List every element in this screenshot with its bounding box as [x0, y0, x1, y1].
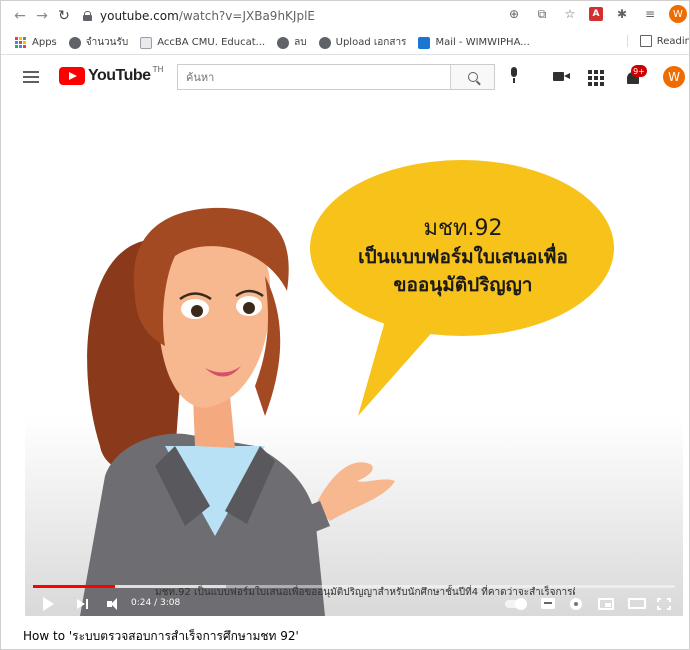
back-arrow-icon[interactable]: ←	[9, 5, 31, 27]
outlook-icon	[418, 36, 431, 49]
search-box	[177, 64, 495, 90]
bookmark-item[interactable]: Mail - WIMWIPHA...	[418, 36, 530, 49]
volume-icon[interactable]	[107, 595, 125, 613]
bookmarks-bar: Apps จำนวนรับ AccBA CMU. Educat... ลบ Up…	[1, 31, 690, 55]
bookmark-label: Upload เอกสาร	[335, 37, 407, 48]
apps-icon[interactable]	[588, 70, 604, 86]
reading-list-button[interactable]: Readin	[626, 35, 690, 47]
region-code: TH	[152, 65, 164, 74]
reading-mode-icon[interactable]: ≡	[641, 5, 659, 23]
address-bar: ← → ↻ youtube.com /watch?v=JXBa9hKJplE ⊕…	[1, 1, 689, 31]
bookmark-apps[interactable]: Apps	[15, 36, 57, 49]
avatar[interactable]: W	[663, 66, 685, 88]
youtube-logo-text: YouTube	[88, 67, 151, 84]
globe-icon	[68, 36, 81, 49]
extensions-puzzle-icon[interactable]: ✱	[613, 5, 631, 23]
theater-mode-icon[interactable]	[628, 598, 646, 609]
star-icon[interactable]: ☆	[561, 5, 579, 23]
bubble-text: มชท.92 เป็นแบบฟอร์มใบเสนอเพื่อ ขออนุมัติ…	[343, 215, 583, 299]
globe-icon	[318, 36, 331, 49]
url-path: /watch?v=JXBa9hKJplE	[178, 9, 315, 23]
bookmark-label: ลบ	[294, 37, 307, 48]
time-display: 0:24 / 3:08	[131, 598, 181, 608]
search-icon	[467, 72, 478, 82]
menu-icon[interactable]	[23, 71, 39, 83]
search-button[interactable]	[450, 65, 494, 89]
lock-icon	[83, 11, 92, 21]
reload-icon[interactable]: ↻	[53, 5, 75, 27]
url-field[interactable]: youtube.com /watch?v=JXBa9hKJplE	[83, 9, 315, 23]
bookmark-item[interactable]: AccBA CMU. Educat...	[140, 36, 266, 49]
video-frame-illustration	[80, 160, 614, 616]
bookmark-label: Apps	[32, 37, 57, 48]
search-input[interactable]	[178, 65, 450, 89]
url-domain: youtube.com	[100, 9, 179, 23]
browser-profile-avatar[interactable]: W	[669, 5, 687, 23]
apps-grid-icon	[15, 36, 27, 49]
bubble-line-2: เป็นแบบฟอร์มใบเสนอเพื่อ	[358, 246, 568, 268]
browser-window: ← → ↻ youtube.com /watch?v=JXBa9hKJplE ⊕…	[0, 0, 690, 650]
bubble-line-1: มชท.92	[423, 216, 503, 241]
acrobat-extension-icon[interactable]: A	[589, 7, 603, 21]
bookmark-item[interactable]: ลบ	[277, 35, 307, 50]
forward-arrow-icon[interactable]: →	[31, 5, 53, 27]
notification-badge: 9+	[631, 65, 647, 77]
video-title: How to 'ระบบตรวจสอบการสำเร็จการศึกษามชท …	[23, 629, 299, 643]
browser-toolbar-right: ⊕ ⧉ ☆ A ✱ ≡ W	[505, 5, 687, 23]
youtube-header: YouTube TH 9+ W	[1, 55, 689, 101]
bookmark-label: จำนวนรับ	[85, 37, 129, 48]
page-icon	[140, 36, 153, 49]
next-video-icon[interactable]	[77, 595, 91, 613]
youtube-logo[interactable]: YouTube TH	[59, 65, 164, 85]
install-app-icon[interactable]: ⊕	[505, 5, 523, 23]
bookmark-label: Mail - WIMWIPHA...	[435, 37, 530, 48]
reading-list-icon	[639, 35, 652, 47]
bookmark-item[interactable]: Upload เอกสาร	[318, 35, 407, 50]
video-player[interactable]: มชท.92 เป็นแบบฟอร์มใบเสนอเพื่อ ขออนุมัติ…	[25, 116, 683, 616]
create-video-icon[interactable]	[553, 69, 571, 85]
progress-played	[33, 585, 115, 588]
bubble-line-3: ขออนุมัติปริญญา	[393, 274, 533, 296]
settings-gear-icon[interactable]	[570, 598, 582, 610]
subtitles-icon[interactable]	[541, 598, 555, 609]
bookmark-item[interactable]: จำนวนรับ	[68, 35, 129, 50]
globe-icon	[277, 36, 290, 49]
autoplay-toggle[interactable]	[505, 598, 527, 610]
player-controls: 0:24 / 3:08	[25, 592, 683, 616]
miniplayer-icon[interactable]	[598, 598, 614, 610]
reading-list-label: Readin	[656, 35, 690, 47]
play-icon[interactable]	[43, 595, 57, 613]
translate-icon[interactable]: ⧉	[533, 5, 551, 23]
voice-search-icon[interactable]	[509, 67, 519, 87]
bookmark-label: AccBA CMU. Educat...	[157, 37, 266, 48]
youtube-play-icon	[59, 67, 85, 85]
fullscreen-icon[interactable]	[657, 598, 671, 610]
